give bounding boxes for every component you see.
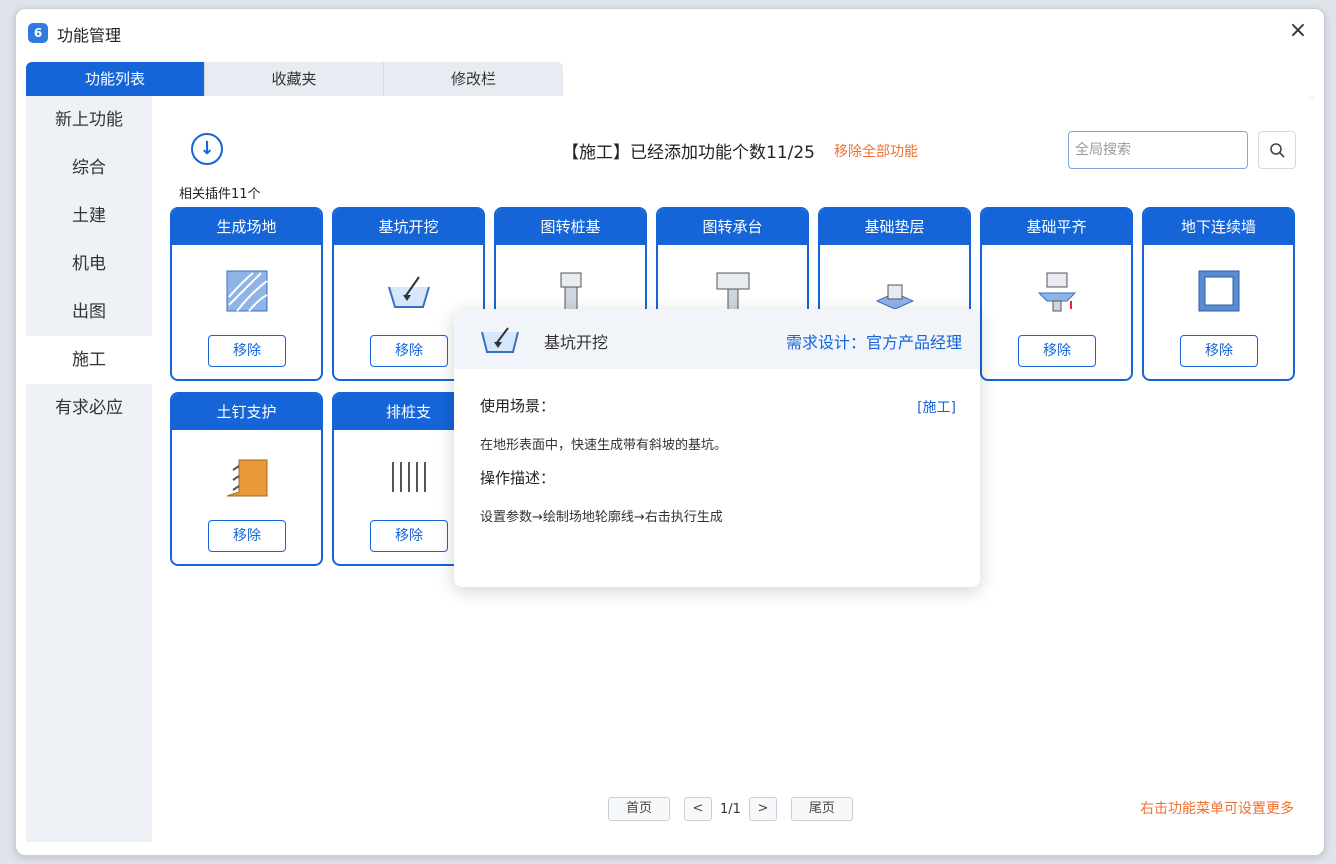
sidebar-item-general[interactable]: 综合 — [26, 144, 152, 192]
function-manager-window: 6 功能管理 × 功能列表 收藏夹 修改栏 新上功能 综合 土建 机电 出图 施… — [15, 8, 1325, 856]
card-title: 基坑开挖 — [334, 209, 483, 245]
tab-favorites[interactable]: 收藏夹 — [205, 62, 384, 96]
window-title: 功能管理 — [57, 26, 122, 45]
remove-button[interactable]: 移除 — [1018, 335, 1096, 367]
popup-header: 基坑开挖 需求设计：官方产品经理 — [454, 309, 980, 369]
card-title: 生成场地 — [172, 209, 321, 245]
remove-button[interactable]: 移除 — [370, 520, 448, 552]
page-indicator: 1/1 — [720, 801, 741, 817]
remove-button[interactable]: 移除 — [208, 335, 286, 367]
card-title: 图转桩基 — [496, 209, 645, 245]
titlebar: 6 功能管理 × — [16, 9, 1324, 53]
card-title: 基础垫层 — [820, 209, 969, 245]
ops-text: 设置参数→绘制场地轮廓线→右击执行生成 — [480, 510, 723, 525]
card-title: 土钉支护 — [172, 394, 321, 430]
function-detail-popup: 基坑开挖 需求设计：官方产品经理 使用场景： [施工] 在地形表面中，快速生成带… — [454, 309, 980, 587]
remove-button[interactable]: 移除 — [370, 335, 448, 367]
popup-body: 使用场景： [施工] 在地形表面中，快速生成带有斜坡的基坑。 操作描述： 设置参… — [480, 395, 956, 525]
close-button[interactable]: × — [1286, 19, 1310, 43]
row-pile-icon — [391, 462, 426, 492]
global-search-input[interactable] — [1068, 131, 1248, 169]
main-body: 新上功能 综合 土建 机电 出图 施工 有求必应 ↓ 【施工】已经添加功能个数1… — [26, 96, 1314, 842]
category-sidebar: 新上功能 综合 土建 机电 出图 施工 有求必应 — [26, 96, 152, 842]
excavation-icon — [481, 327, 519, 353]
card-title: 图转承台 — [658, 209, 807, 245]
tab-edit-bar[interactable]: 修改栏 — [384, 62, 563, 96]
prev-page-button[interactable]: < — [684, 797, 712, 821]
function-card: 基础平齐 移除 — [980, 207, 1133, 381]
cushion-icon — [875, 284, 914, 310]
plugin-count: 相关插件11个 — [179, 187, 261, 202]
search-icon — [1270, 143, 1285, 158]
function-card: 地下连续墙 移除 — [1142, 207, 1295, 381]
usage-label: 使用场景： — [480, 397, 556, 415]
sidebar-item-requests[interactable]: 有求必应 — [26, 384, 152, 432]
tab-function-list[interactable]: 功能列表 — [26, 62, 205, 96]
foundation-align-icon — [1037, 272, 1076, 312]
function-card: 生成场地 移除 — [170, 207, 323, 381]
search-button[interactable] — [1258, 131, 1296, 169]
content-panel: ↓ 【施工】已经添加功能个数11/25 移除全部功能 相关插件11个 生成场地 … — [152, 96, 1314, 842]
last-page-button[interactable]: 尾页 — [790, 797, 853, 821]
next-page-button[interactable]: > — [748, 797, 777, 821]
terrain-icon — [226, 270, 268, 312]
usage-text: 在地形表面中，快速生成带有斜坡的基坑。 — [480, 438, 728, 453]
sidebar-item-civil[interactable]: 土建 — [26, 192, 152, 240]
remove-button[interactable]: 移除 — [208, 520, 286, 552]
app-logo-icon: 6 — [28, 23, 48, 43]
popup-title: 基坑开挖 — [544, 333, 609, 352]
pile-icon — [560, 272, 581, 312]
popup-designer: 需求设计：官方产品经理 — [785, 333, 962, 352]
category-tag: [施工] — [917, 400, 956, 416]
ops-label: 操作描述： — [480, 469, 556, 487]
card-title: 地下连续墙 — [1144, 209, 1293, 245]
diaphragm-wall-icon — [1198, 270, 1239, 312]
pagination: 首页 < 1/1 > 尾页 — [608, 796, 853, 822]
first-page-button[interactable]: 首页 — [608, 797, 670, 821]
sidebar-item-construction[interactable]: 施工 — [26, 336, 152, 384]
sidebar-item-mep[interactable]: 机电 — [26, 240, 152, 288]
function-card: 土钉支护 移除 — [170, 392, 323, 566]
pile-cap-icon — [716, 272, 749, 312]
tab-bar: 功能列表 收藏夹 修改栏 — [26, 62, 563, 96]
added-count-summary: 【施工】已经添加功能个数11/25 — [562, 143, 815, 163]
remove-all-link[interactable]: 移除全部功能 — [834, 141, 918, 161]
soil-nail-icon — [226, 459, 267, 497]
excavation-icon — [387, 276, 430, 308]
download-icon[interactable]: ↓ — [191, 133, 223, 165]
sidebar-item-drawing[interactable]: 出图 — [26, 288, 152, 336]
remove-button[interactable]: 移除 — [1180, 335, 1258, 367]
context-menu-hint: 右击功能菜单可设置更多 — [1140, 801, 1294, 817]
sidebar-item-new[interactable]: 新上功能 — [26, 96, 152, 144]
card-title: 基础平齐 — [982, 209, 1131, 245]
